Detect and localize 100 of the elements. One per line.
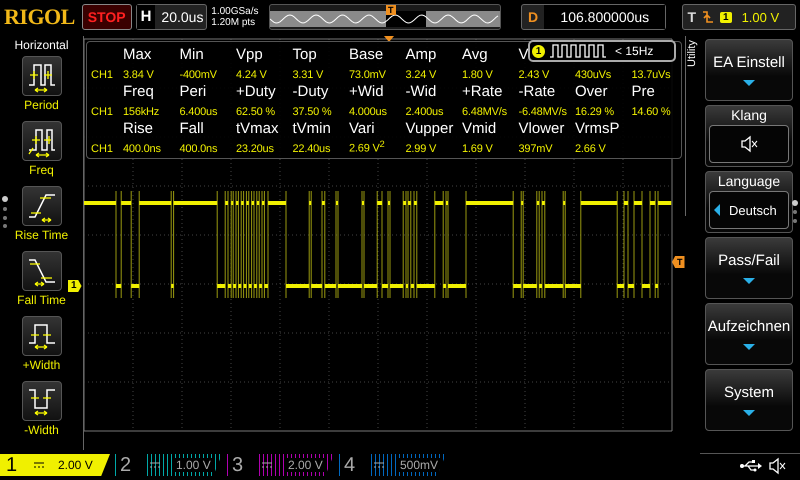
language-selector[interactable]: Deutsch <box>709 191 789 229</box>
measurement-name: Vari <box>349 120 375 137</box>
measurement-name: Base <box>349 46 384 63</box>
measurement-name: Amp <box>406 46 436 63</box>
measurement-value: 156kHz <box>123 106 160 118</box>
menu-label: Language <box>718 173 780 189</box>
measure-label: Freq <box>29 163 54 177</box>
measurement-value: 2.400us <box>406 106 444 118</box>
measurement-name: Vpp <box>236 46 263 63</box>
measure-label: Fall Time <box>17 293 66 307</box>
measurement-name: VrmsP <box>575 120 620 137</box>
channel-number: 3 <box>230 454 256 476</box>
measure-button[interactable] <box>22 186 62 226</box>
channel-number: 1 <box>6 454 18 476</box>
measurement-value: -400mV <box>180 69 217 81</box>
measurement-name: +Wid <box>349 83 384 100</box>
sound-toggle[interactable] <box>709 125 789 163</box>
menu-button[interactable]: Pass/Fail <box>705 237 793 299</box>
dc-coupling-icon <box>34 462 44 468</box>
menu-button[interactable]: EA Einstell <box>705 39 793 101</box>
menu-label: Aufzeichnen <box>708 318 790 334</box>
measure-button[interactable] <box>22 381 62 421</box>
trigger-box[interactable]: T 1 1.00 V <box>682 4 796 30</box>
selected-value: Deutsch <box>729 202 777 218</box>
measurement-name: Rise <box>123 120 154 137</box>
measurement-name: Fall <box>180 120 204 137</box>
measure-label: -Width <box>24 423 59 437</box>
measurement-value: 22.40us <box>292 143 330 155</box>
trigger-source-badge: 1 <box>720 12 732 22</box>
page-indicator-icon <box>792 200 798 224</box>
measurement-name: +Duty <box>236 83 276 100</box>
page-indicator-icon <box>2 196 8 228</box>
measurement-value: 4.24 V <box>236 69 267 81</box>
trigger-label: T <box>687 9 696 25</box>
channel-tab[interactable]: 3 2.00 V <box>224 454 334 476</box>
measurement-value: 16.29 % <box>575 106 614 118</box>
speaker-muted-icon <box>768 456 786 474</box>
measure-button[interactable] <box>22 121 62 161</box>
delay-value: 106.800000us <box>544 5 666 29</box>
channel-tab[interactable]: 4 500mV <box>336 454 446 476</box>
channel-scale: 2.00 V <box>286 458 325 472</box>
memory-depth: 1.20M pts <box>211 17 256 28</box>
channel-marker[interactable]: 1 <box>68 280 82 292</box>
menu-label: EA Einstell <box>713 54 785 70</box>
measurement-value: 2.43 V <box>518 69 550 81</box>
measurement-name: Vupper <box>406 120 454 137</box>
run-stop-indicator[interactable]: STOP <box>82 4 132 30</box>
delay-box[interactable]: D 106.800000us <box>521 4 666 30</box>
dc-coupling-icon <box>150 462 160 468</box>
channel-tab[interactable]: 2 1.00 V <box>112 454 222 476</box>
trigger-level: 1.00 V <box>742 10 780 24</box>
measure-button[interactable] <box>22 251 62 291</box>
measurement-name: Min <box>180 46 204 63</box>
dc-coupling-icon <box>262 462 272 468</box>
usb-icon <box>740 460 762 472</box>
measurement-name: Vlower <box>518 120 564 137</box>
counter-reading: < 15Hz <box>615 44 654 58</box>
measure-button[interactable] <box>22 56 62 96</box>
falling-edge-icon <box>702 10 714 24</box>
measurement-value: 3.24 V <box>406 69 436 81</box>
measurement-name: Avg <box>462 46 488 63</box>
measurement-name: Top <box>292 46 317 63</box>
channel-label: CH1 <box>91 143 114 155</box>
measurement-value: 6.48MV/s <box>462 106 507 118</box>
measure-label: +Width <box>22 358 60 372</box>
submenu-arrow-icon <box>742 78 756 86</box>
measurement-value: 62.50 % <box>236 106 275 118</box>
submenu-arrow-icon <box>742 342 756 350</box>
channel-scale: 1.00 V <box>174 458 213 472</box>
timebase-box[interactable]: H 20.0us <box>136 4 208 30</box>
measurement-value: 1.80 V <box>462 69 493 81</box>
measurement-name: tVmax <box>236 120 279 137</box>
measurement-name: Peri <box>180 83 206 100</box>
channel-badge: 1 <box>532 44 545 58</box>
channel-label: CH1 <box>91 69 114 81</box>
trigger-level-marker[interactable]: T <box>672 256 684 268</box>
submenu-arrow-icon <box>742 276 756 284</box>
measurement-value: 3.31 V <box>292 69 324 81</box>
measurement-name: -Rate <box>518 83 556 100</box>
measurement-value: 13.7uVs <box>632 69 670 81</box>
measurement-value: 2.99 V <box>406 143 436 155</box>
menu-button[interactable]: System <box>705 369 793 431</box>
measure-button[interactable] <box>22 316 62 356</box>
measurement-value: 400.0ns <box>123 143 161 155</box>
channel-tab[interactable]: 1 2.00 V <box>0 454 110 476</box>
measurement-name: Freq <box>123 83 154 100</box>
channel-label: CH1 <box>91 106 114 118</box>
timebase-label: H <box>136 5 156 29</box>
menu-label: Klang <box>731 107 767 123</box>
trigger-position-marker: T <box>386 5 396 15</box>
measurement-name: +Rate <box>462 83 502 100</box>
measurement-value: 73.0mV <box>349 69 386 81</box>
brand-logo: RIGOL <box>4 4 76 30</box>
square-wave-icon <box>549 44 607 58</box>
measurement-value: 430uVs <box>575 69 612 81</box>
measurement-name: -Wid <box>406 83 436 100</box>
measurement-value: -6.48MV/s <box>518 106 567 118</box>
dc-coupling-icon <box>374 462 384 468</box>
measurement-name: Max <box>123 46 152 63</box>
menu-button[interactable]: Aufzeichnen <box>705 303 793 365</box>
